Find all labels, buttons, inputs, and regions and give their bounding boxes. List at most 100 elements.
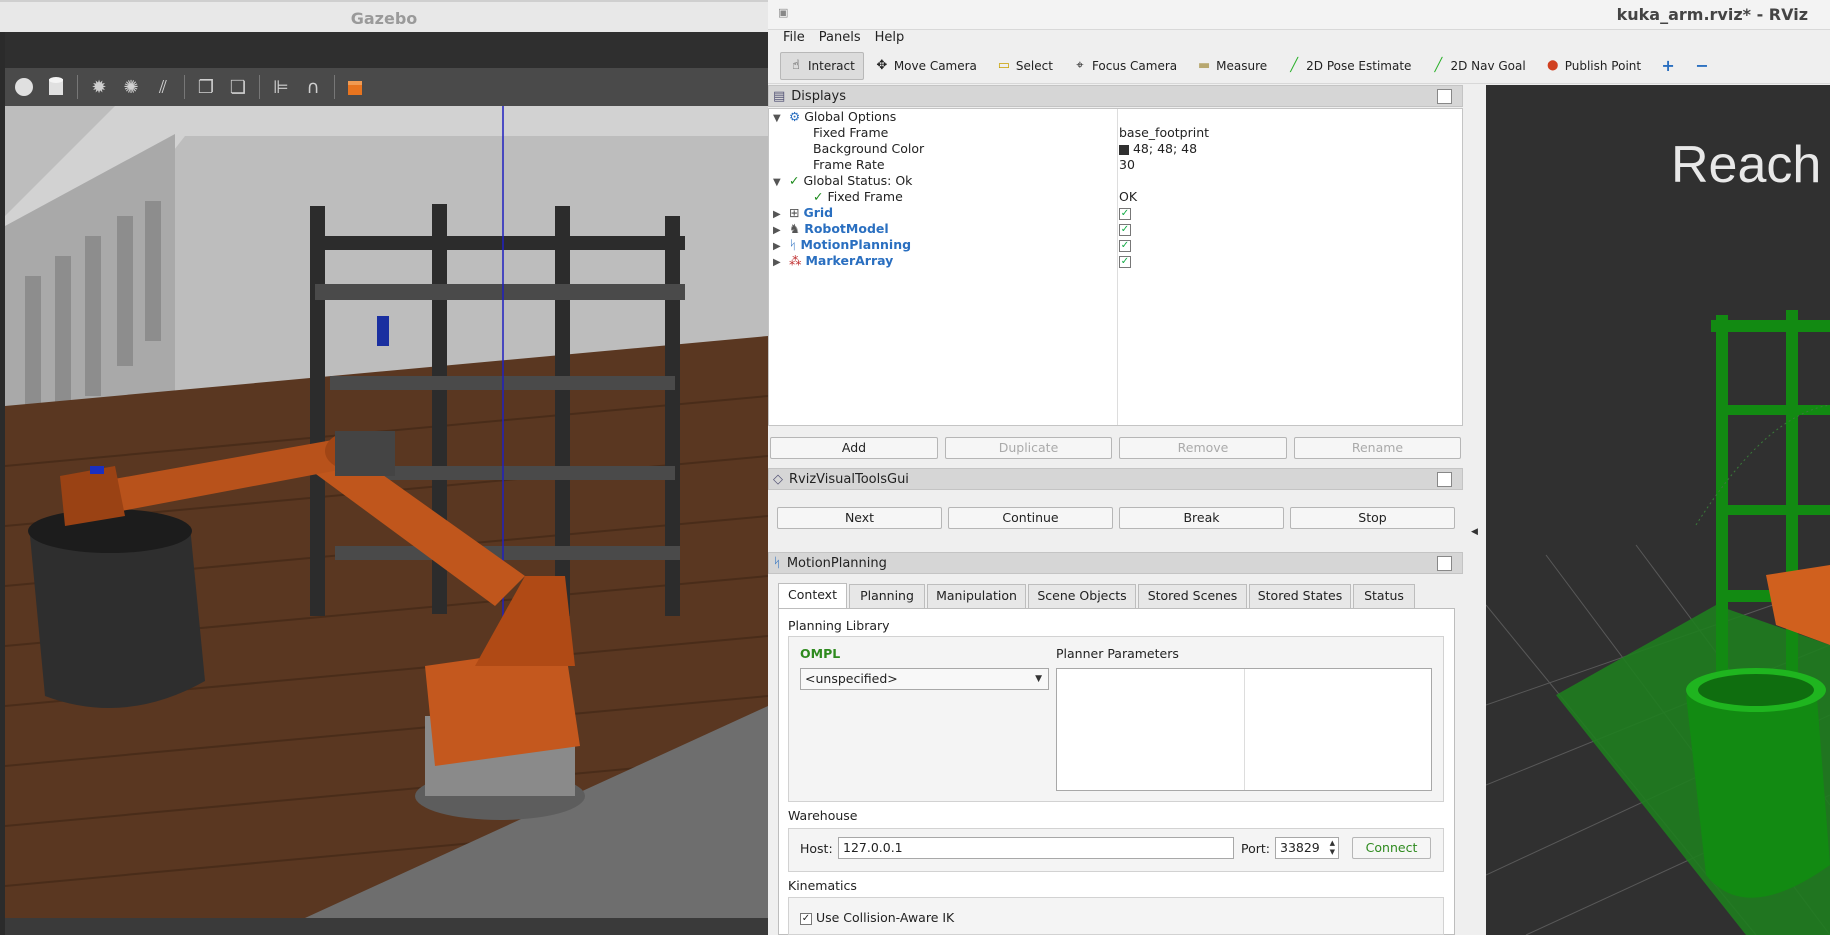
host-input[interactable]: 127.0.0.1 — [838, 837, 1234, 859]
tool-measure[interactable]: ▬ Measure — [1188, 52, 1276, 80]
gazebo-3d-scene[interactable] — [5, 106, 768, 918]
tree-label: Fixed Frame — [827, 189, 903, 204]
panel-float-button[interactable] — [1437, 471, 1452, 487]
crosshair-icon: ⌖ — [1076, 58, 1084, 73]
tab-stored-states[interactable]: Stored States — [1249, 584, 1351, 608]
visual-tools-panel-header: ◇ RvizVisualToolsGui — [768, 468, 1463, 490]
orange-box-icon[interactable] — [343, 74, 369, 100]
remove-tool-button[interactable]: − — [1686, 52, 1718, 80]
monitor-icon: ▤ — [773, 88, 786, 104]
tree-label: MotionPlanning — [800, 237, 912, 252]
tab-scene-objects[interactable]: Scene Objects — [1028, 584, 1136, 608]
tree-global-options[interactable]: ▼ ⚙ Global Options — [773, 109, 896, 125]
tool-label: 2D Nav Goal — [1450, 58, 1526, 73]
checkbox[interactable]: ✓ — [800, 912, 812, 925]
align-icon[interactable]: ⊫ — [268, 74, 294, 100]
motion-planning-icon: ᛋ — [788, 237, 797, 252]
rename-button[interactable]: Rename — [1294, 437, 1461, 459]
green-arrow-icon: ╱ — [1290, 58, 1299, 73]
select-rect-icon: ▭ — [997, 58, 1011, 73]
add-tool-button[interactable]: + — [1652, 52, 1684, 80]
tree-marker-array[interactable]: ▶ ⁂ MarkerArray — [773, 253, 893, 269]
magnet-icon[interactable]: ∩ — [300, 74, 326, 100]
tree-label: Fixed Frame — [813, 125, 889, 140]
tree-global-status[interactable]: ▼ ✓ Global Status: Ok — [773, 173, 912, 189]
copy-icon[interactable]: ❐ — [193, 74, 219, 100]
stop-button[interactable]: Stop — [1290, 507, 1455, 529]
tree-status-fixed-frame[interactable]: ✓ Fixed Frame — [813, 189, 903, 205]
robot-model-checkbox[interactable]: ✓ — [1119, 221, 1131, 237]
rviz-toolbar: ☝ Interact ✥ Move Camera ▭ Select ⌖ Focus Ca… — [768, 48, 1830, 84]
marker-array-checkbox[interactable]: ✓ — [1119, 253, 1131, 269]
visual-tools-title: RvizVisualToolsGui — [789, 471, 909, 487]
tool-2d-nav-goal[interactable]: ╱ 2D Nav Goal — [1422, 52, 1534, 80]
collision-ik-option[interactable]: ✓ Use Collision-Aware IK — [800, 910, 954, 925]
break-button[interactable]: Break — [1119, 507, 1284, 529]
tree-fixed-frame[interactable]: Fixed Frame — [813, 125, 888, 141]
next-button[interactable]: Next — [777, 507, 942, 529]
toolbar-divider — [334, 75, 335, 99]
tool-select[interactable]: ▭ Select — [988, 52, 1062, 80]
paste-icon[interactable]: ❏ — [225, 74, 251, 100]
tree-frame-rate[interactable]: Frame Rate — [813, 157, 885, 173]
planner-select[interactable]: <unspecified> ▼ — [800, 668, 1049, 690]
sun-icon[interactable]: ✹ — [86, 74, 112, 100]
tab-stored-scenes[interactable]: Stored Scenes — [1138, 584, 1247, 608]
tool-interact[interactable]: ☝ Interact — [780, 51, 864, 80]
tool-label: Interact — [808, 58, 855, 73]
spin-arrows-icon[interactable]: ▲ ▼ — [1330, 839, 1335, 857]
hand-icon: ☝ — [792, 58, 800, 73]
tab-context[interactable]: Context — [778, 583, 847, 609]
panel-splitter[interactable]: ◀ — [1463, 85, 1486, 935]
tree-label: Global Status: Ok — [803, 173, 913, 188]
continue-button[interactable]: Continue — [948, 507, 1113, 529]
frame-rate-value[interactable]: 30 — [1119, 157, 1135, 173]
collapse-arrow-icon[interactable]: ◀ — [1471, 527, 1478, 537]
menu-file[interactable]: File — [776, 30, 812, 45]
panel-float-button[interactable] — [1437, 88, 1452, 104]
checkbox[interactable]: ✓ — [1119, 239, 1131, 252]
tool-publish-point[interactable]: ⬤ Publish Point — [1537, 52, 1650, 80]
tab-planning[interactable]: Planning — [849, 584, 925, 608]
marker-array-icon: ⁂ — [788, 253, 802, 268]
host-label: Host: — [800, 841, 833, 856]
port-label: Port: — [1241, 841, 1270, 856]
port-value: 33829 — [1280, 840, 1320, 855]
tree-motion-planning[interactable]: ▶ ᛋ MotionPlanning — [773, 237, 911, 253]
tool-focus-camera[interactable]: ⌖ Focus Camera — [1064, 52, 1186, 80]
rviz-3d-viewport[interactable]: Reach — [1486, 85, 1830, 935]
add-button[interactable]: Add — [770, 437, 938, 459]
menu-help[interactable]: Help — [868, 30, 912, 45]
checkbox[interactable]: ✓ — [1119, 255, 1131, 268]
motion-planning-panel-header: ᛋ MotionPlanning — [768, 552, 1463, 574]
expand-down-icon: ▼ — [773, 177, 781, 188]
remove-button[interactable]: Remove — [1119, 437, 1287, 459]
tool-2d-pose-estimate[interactable]: ╱ 2D Pose Estimate — [1278, 52, 1420, 80]
planner-parameters-table[interactable] — [1056, 668, 1432, 791]
tab-status[interactable]: Status — [1353, 584, 1415, 608]
tree-grid[interactable]: ▶ ⊞ Grid — [773, 205, 833, 221]
rviz-app-icon: ▣ — [778, 6, 789, 19]
tree-background-color[interactable]: Background Color — [813, 141, 924, 157]
host-value: 127.0.0.1 — [843, 840, 903, 855]
directional-light-icon[interactable]: ⫽ — [150, 74, 176, 100]
port-spinbox[interactable]: 33829 ▲ ▼ — [1275, 837, 1339, 859]
tool-move-camera[interactable]: ✥ Move Camera — [866, 52, 986, 80]
checkbox[interactable]: ✓ — [1119, 207, 1131, 220]
tree-robot-model[interactable]: ▶ ♞ RobotModel — [773, 221, 889, 237]
grid-checkbox[interactable]: ✓ — [1119, 205, 1131, 221]
motion-planning-icon: ᛋ — [773, 555, 781, 571]
connect-button[interactable]: Connect — [1352, 837, 1431, 859]
menu-panels[interactable]: Panels — [812, 30, 868, 45]
background-color-value[interactable]: 48; 48; 48 — [1119, 141, 1197, 157]
cylinder-icon[interactable] — [43, 74, 69, 100]
checkbox[interactable]: ✓ — [1119, 223, 1131, 236]
panel-float-button[interactable] — [1437, 555, 1452, 571]
spot-light-icon[interactable]: ✺ — [118, 74, 144, 100]
fixed-frame-value[interactable]: base_footprint — [1119, 125, 1209, 141]
motion-planning-checkbox[interactable]: ✓ — [1119, 237, 1131, 253]
sphere-icon[interactable] — [11, 74, 37, 100]
duplicate-button[interactable]: Duplicate — [945, 437, 1112, 459]
planner-select-value: <unspecified> — [805, 671, 898, 686]
tab-manipulation[interactable]: Manipulation — [927, 584, 1026, 608]
